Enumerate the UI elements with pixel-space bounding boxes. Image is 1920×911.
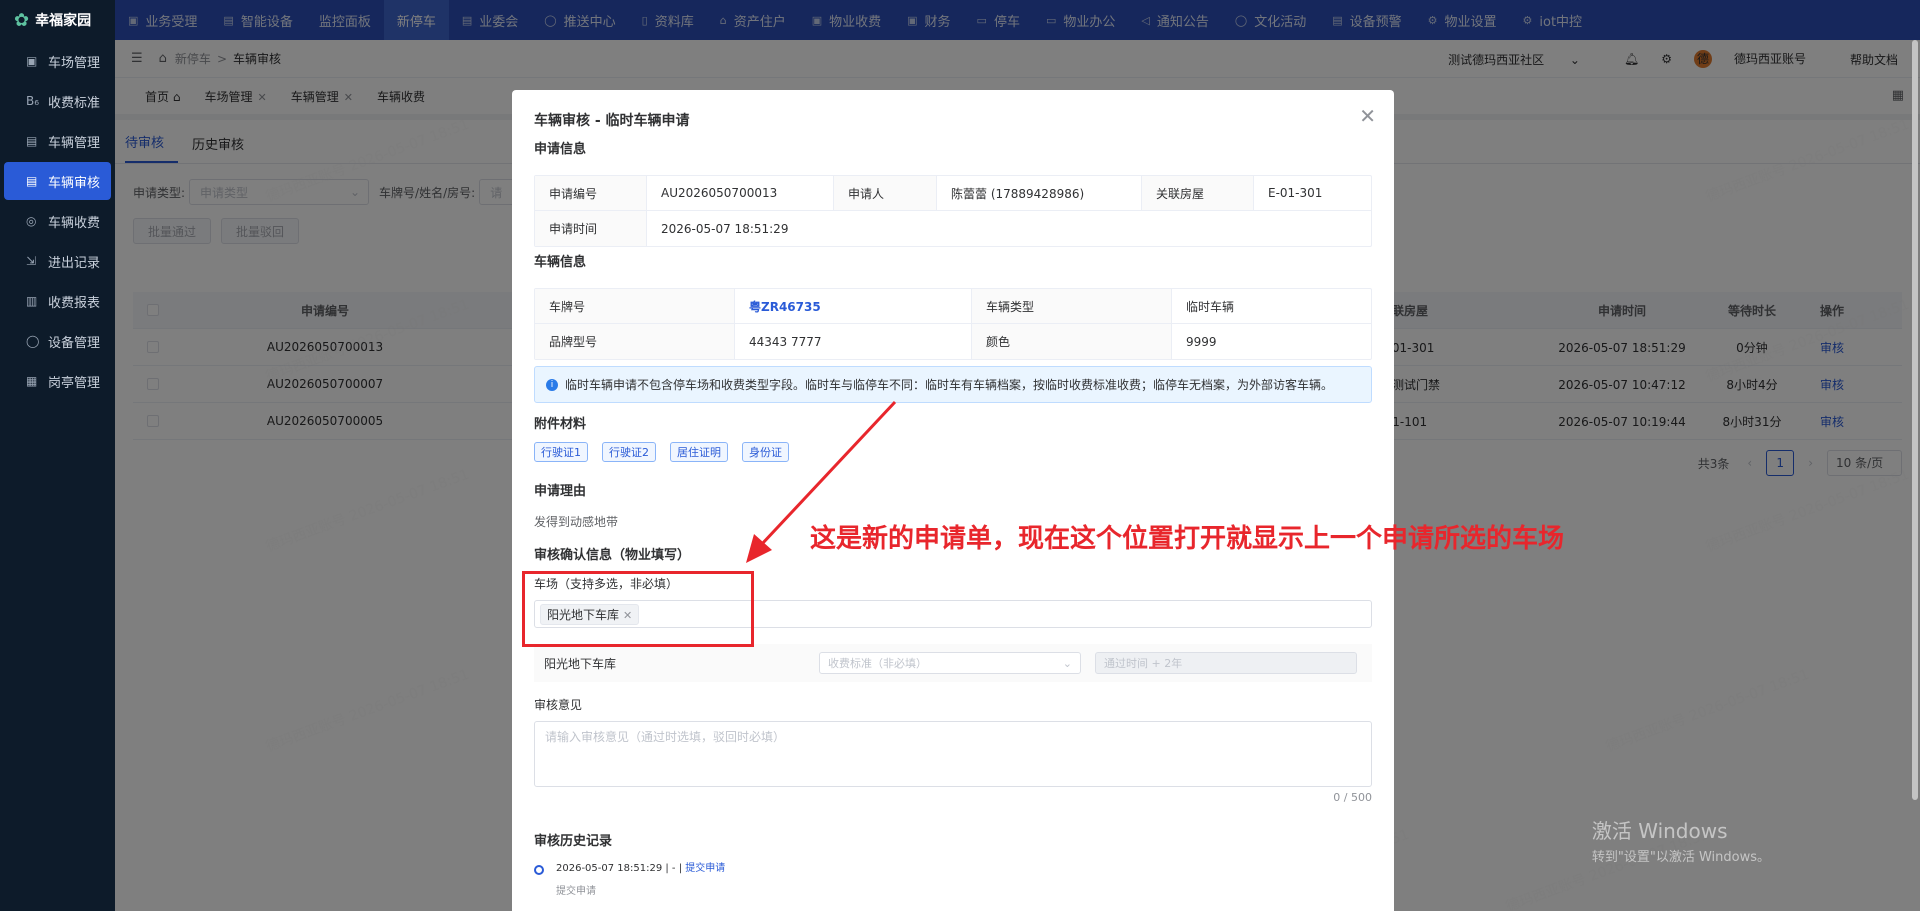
windows-activation-hint: 转到"设置"以激活 Windows。 — [1591, 850, 1770, 865]
page-scrollbar[interactable] — [1912, 40, 1918, 800]
brand-value: 44343 7777 — [735, 324, 972, 359]
app-logo[interactable]: ✿ 幸福家园 — [0, 0, 115, 40]
annotation-highlight-box — [522, 571, 754, 647]
sidebar-item-icon: ⇲ — [26, 254, 37, 268]
dialog-title: 车辆审核 - 临时车辆申请 — [534, 113, 690, 129]
sidebar-item-icon: B₆ — [26, 94, 40, 108]
info-icon: i — [546, 379, 558, 391]
sidebar-item[interactable]: ⇲ 进出记录 — [4, 242, 111, 280]
opinion-label: 审核意见 — [534, 698, 583, 712]
plate-label: 车牌号 — [535, 289, 735, 323]
sidebar-item-icon: ▣ — [26, 54, 38, 68]
sidebar-item-icon: ▦ — [26, 374, 38, 388]
apply-no-value: AU2026050700013 — [647, 176, 834, 210]
brand-label: 品牌型号 — [535, 324, 735, 359]
windows-activation-watermark: 激活 Windows 转到"设置"以激活 Windows。 — [1592, 815, 1770, 865]
sidebar-item-label: 收费标准 — [48, 95, 101, 111]
sidebar-item-label: 车场管理 — [48, 55, 101, 71]
windows-activation-title: 激活 Windows — [1591, 819, 1728, 843]
section-attachments: 附件材料 — [534, 417, 587, 432]
close-icon[interactable]: ✕ — [1359, 104, 1376, 128]
room-value: E-01-301 — [1268, 186, 1323, 200]
fee-standard-select[interactable]: 收费标准（非必填） ⌄ — [819, 652, 1081, 674]
vehicle-type-value: 临时车辆 — [1186, 299, 1235, 314]
apply-time-label: 申请时间 — [535, 211, 647, 246]
sidebar-item[interactable]: ▣ 车场管理 — [4, 42, 111, 80]
history-sub: 提交申请 — [556, 886, 596, 897]
opinion-textarea[interactable]: 请输入审核意见（通过时选填，驳回时必填） — [534, 721, 1372, 787]
sidebar-item-icon: ◎ — [26, 214, 37, 228]
color-value: 9999 — [1186, 334, 1217, 349]
sidebar-item-icon: ▤ — [26, 174, 38, 188]
leaf-logo-icon: ✿ — [14, 9, 30, 31]
annotation-text: 这是新的申请单，现在这个位置打开就显示上一个申请所选的车场 — [810, 524, 1565, 554]
park-config-row: 阳光地下车库 收费标准（非必填） ⌄ 通过时间 + 2年 — [534, 644, 1372, 682]
section-reason: 申请理由 — [534, 484, 587, 499]
section-history: 审核历史记录 — [534, 834, 613, 849]
sidebar-item-icon: ◯ — [26, 334, 40, 348]
char-counter: 0 / 500 — [1333, 791, 1372, 804]
plate-value: 粤ZR46735 — [735, 289, 972, 323]
history-time: 2026-05-07 18:51:29 | - | — [556, 863, 683, 874]
apply-time-value: 2026-05-07 18:51:29 — [661, 221, 789, 236]
color-label: 颜色 — [972, 324, 1172, 359]
vehicle-info-table: 车牌号 粤ZR46735 车辆类型 临时车辆 品牌型号 44343 7777 颜… — [534, 288, 1372, 360]
sidebar-item-label: 车辆审核 — [48, 175, 101, 191]
section-vehicle-info: 车辆信息 — [534, 255, 587, 270]
app-name: 幸福家园 — [35, 13, 92, 29]
attachment-list: 行驶证1 行驶证2 居住证明 身份证 — [534, 442, 1372, 462]
sidebar-item[interactable]: ▥ 收费报表 — [4, 282, 111, 320]
sidebar-item[interactable]: ◎ 车辆收费 — [4, 202, 111, 240]
pass-time-placeholder: 通过时间 + 2年 — [1104, 657, 1183, 670]
apply-info-table: 申请编号 AU2026050700013 申请人 陈蕾蕾 (1788942898… — [534, 175, 1372, 247]
sidebar-item-label: 收费报表 — [48, 295, 101, 311]
vehicle-review-dialog: 车辆审核 - 临时车辆申请 ✕ 申请信息 申请编号 AU202605070001… — [512, 90, 1394, 911]
attachment-tag[interactable]: 居住证明 — [670, 442, 728, 462]
history-action: 提交申请 — [685, 863, 726, 874]
attachment-tag[interactable]: 行驶证1 — [534, 442, 588, 462]
plate-link[interactable]: 粤ZR46735 — [749, 298, 821, 315]
fee-standard-placeholder: 收费标准（非必填） — [828, 657, 927, 670]
alert-text: 临时车辆申请不包含停车场和收费类型字段。临时车与临停车不同：临时车有车辆档案，按… — [565, 378, 1334, 392]
sidebar-item-label: 车辆收费 — [48, 215, 101, 231]
sidebar-item-label: 岗亭管理 — [48, 375, 101, 391]
sidebar-item[interactable]: ▤ 车辆审核 — [4, 162, 111, 200]
sidebar-item[interactable]: ◯ 设备管理 — [4, 322, 111, 360]
history-item: 2026-05-07 18:51:29 | - | 提交申请 提交申请 — [534, 859, 1372, 897]
sidebar-item[interactable]: ▤ 车辆管理 — [4, 122, 111, 160]
sidebar-item[interactable]: ▦ 岗亭管理 — [4, 362, 111, 400]
sidebar-item-icon: ▤ — [26, 134, 38, 148]
room-label: 关联房屋 — [1142, 176, 1254, 210]
sidebar-item-label: 设备管理 — [48, 335, 101, 351]
sidebar-item-label: 进出记录 — [48, 255, 101, 271]
vehicle-type-label: 车辆类型 — [972, 289, 1172, 323]
chevron-down-icon: ⌄ — [1062, 656, 1072, 670]
sidebar: ✿ 幸福家园 ▣ 车场管理 B₆ 收费标准 ▤ 车辆管理 ▤ 车辆审核 ◎ 车辆收费 ⇲ 进出记录 ▥ 收… — [0, 0, 115, 911]
section-apply-info: 申请信息 — [534, 142, 587, 157]
park-row-name: 阳光地下车库 — [544, 656, 617, 671]
applicant-value: 陈蕾蕾 (17889428986) — [937, 176, 1142, 210]
attachment-tag[interactable]: 行驶证2 — [602, 442, 656, 462]
timeline-dot — [534, 865, 544, 875]
apply-no-label: 申请编号 — [535, 176, 647, 210]
pass-time-input: 通过时间 + 2年 — [1095, 652, 1357, 674]
opinion-placeholder: 请输入审核意见（通过时选填，驳回时必填） — [545, 730, 786, 744]
attachment-tag[interactable]: 身份证 — [742, 442, 789, 462]
sidebar-item-icon: ▥ — [26, 294, 38, 308]
applicant-label: 申请人 — [834, 176, 937, 210]
sidebar-item[interactable]: B₆ 收费标准 — [4, 82, 111, 120]
sidebar-item-label: 车辆管理 — [48, 135, 101, 151]
info-alert: i 临时车辆申请不包含停车场和收费类型字段。临时车与临停车不同：临时车有车辆档案… — [534, 366, 1372, 403]
